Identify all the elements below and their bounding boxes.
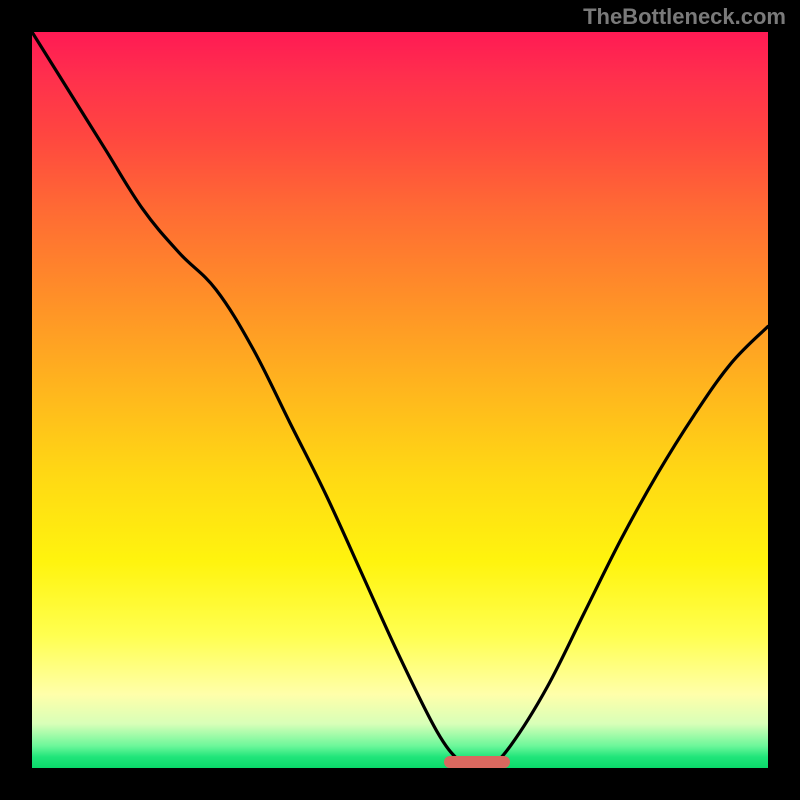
sweet-spot-marker xyxy=(444,756,510,768)
frame-border-right xyxy=(768,0,800,800)
frame-border-bottom xyxy=(0,768,800,800)
chart-frame: TheBottleneck.com xyxy=(0,0,800,800)
frame-border-left xyxy=(0,0,32,800)
heat-gradient-background xyxy=(32,32,768,768)
plot-area xyxy=(32,32,768,768)
attribution-watermark: TheBottleneck.com xyxy=(583,4,786,30)
